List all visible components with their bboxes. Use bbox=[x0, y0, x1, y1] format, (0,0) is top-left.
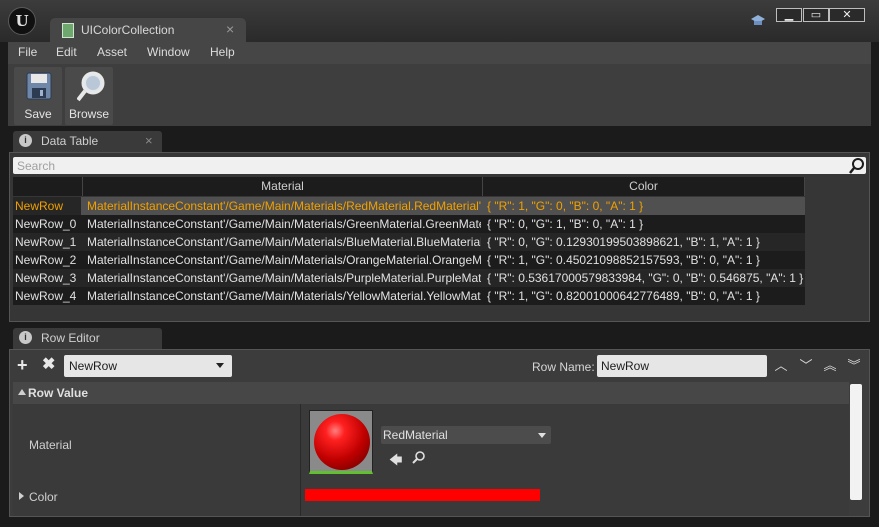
menu-file[interactable]: File bbox=[18, 45, 37, 59]
asset-toolbar: Save Browse bbox=[8, 64, 871, 126]
move-row-bottom-button[interactable]: ︾ bbox=[846, 358, 862, 374]
learn-cap-icon[interactable] bbox=[750, 14, 766, 28]
save-button[interactable]: Save bbox=[14, 67, 62, 125]
menu-asset[interactable]: Asset bbox=[97, 45, 127, 59]
row-name-cell: NewRow_2 bbox=[15, 253, 77, 267]
row-name-cell: NewRow_3 bbox=[15, 271, 77, 285]
material-cell: MaterialInstanceConstant'/Game/Main/Mate… bbox=[87, 217, 481, 231]
data-table-panel: Material Color NewRow MaterialInstanceCo… bbox=[9, 152, 870, 322]
table-row[interactable]: NewRow_3 MaterialInstanceConstant'/Game/… bbox=[13, 269, 805, 287]
add-row-button[interactable]: + bbox=[17, 356, 28, 374]
search-icon[interactable] bbox=[849, 157, 865, 174]
row-properties: Material RedMaterial 🡄 Color bbox=[13, 404, 849, 516]
browse-label: Browse bbox=[68, 107, 109, 121]
menu-bar: File Edit Asset Window Help bbox=[8, 42, 871, 65]
table-row[interactable]: NewRow_0 MaterialInstanceConstant'/Game/… bbox=[13, 215, 805, 233]
color-cell: { "R": 1, "G": 0, "B": 0, "A": 1 } bbox=[487, 199, 644, 213]
move-row-up-button[interactable]: ︿ bbox=[773, 358, 789, 374]
info-icon: i bbox=[19, 134, 32, 147]
tab-row-editor[interactable]: i Row Editor bbox=[13, 328, 162, 349]
row-select-dropdown[interactable]: NewRow bbox=[64, 355, 232, 377]
color-cell: { "R": 1, "G": 0.45021098852157593, "B":… bbox=[487, 253, 760, 267]
color-swatch[interactable] bbox=[305, 489, 540, 501]
material-cell: MaterialInstanceConstant'/Game/Main/Mate… bbox=[87, 271, 481, 285]
color-property-label: Color bbox=[29, 490, 58, 504]
unreal-logo-icon: U bbox=[8, 7, 36, 35]
row-name-cell: NewRow bbox=[13, 197, 81, 215]
data-table-asset-icon bbox=[62, 23, 74, 38]
row-name-label: Row Name: bbox=[532, 360, 595, 374]
table-row[interactable]: NewRow_4 MaterialInstanceConstant'/Game/… bbox=[13, 287, 805, 305]
data-table-tab-close-icon[interactable]: × bbox=[145, 133, 153, 148]
save-icon bbox=[26, 71, 52, 101]
column-header-row-name bbox=[13, 177, 83, 196]
row-value-section-header[interactable]: Row Value bbox=[13, 382, 849, 404]
table-row[interactable]: NewRow MaterialInstanceConstant'/Game/Ma… bbox=[13, 197, 805, 215]
material-cell: MaterialInstanceConstant'/Game/Main/Mate… bbox=[87, 235, 481, 249]
save-label: Save bbox=[24, 107, 52, 121]
table-row[interactable]: NewRow_1 MaterialInstanceConstant'/Game/… bbox=[13, 233, 805, 251]
close-window-button[interactable]: ✕ bbox=[829, 8, 865, 22]
material-cell: MaterialInstanceConstant'/Game/Main/Mate… bbox=[87, 199, 481, 213]
row-editor-tab-label: Row Editor bbox=[41, 331, 100, 345]
title-bar: U UIColorCollection × ▁ ▭ ✕ bbox=[0, 0, 879, 42]
move-row-down-button[interactable]: ﹀ bbox=[798, 358, 814, 374]
remove-row-button[interactable]: ✖ bbox=[42, 357, 55, 373]
expand-arrow-icon[interactable] bbox=[19, 492, 24, 500]
row-editor-toolbar: + ✖ NewRow Row Name: ︿ ﹀ ︽ ︾ bbox=[10, 350, 869, 382]
material-thumbnail[interactable] bbox=[309, 410, 373, 474]
data-table-tab-label: Data Table bbox=[41, 134, 99, 148]
material-cell: MaterialInstanceConstant'/Game/Main/Mate… bbox=[87, 289, 481, 303]
row-name-cell: NewRow_4 bbox=[15, 289, 77, 303]
scrollbar[interactable] bbox=[850, 384, 862, 500]
menu-edit[interactable]: Edit bbox=[56, 45, 77, 59]
material-asset-dropdown[interactable]: RedMaterial bbox=[381, 426, 551, 444]
chevron-down-icon bbox=[538, 433, 546, 438]
row-editor-panel: + ✖ NewRow Row Name: ︿ ﹀ ︽ ︾ Row Value M… bbox=[9, 349, 870, 517]
document-tab[interactable]: UIColorCollection × bbox=[50, 18, 246, 42]
color-cell: { "R": 1, "G": 0.82001000642776489, "B":… bbox=[487, 289, 760, 303]
row-value-label: Row Value bbox=[28, 386, 89, 400]
document-tab-close-icon[interactable]: × bbox=[226, 21, 234, 37]
document-tab-label: UIColorCollection bbox=[81, 23, 175, 37]
table-row[interactable]: NewRow_2 MaterialInstanceConstant'/Game/… bbox=[13, 251, 805, 269]
browse-asset-icon[interactable] bbox=[412, 450, 426, 464]
minimize-button[interactable]: ▁ bbox=[776, 8, 802, 22]
maximize-button[interactable]: ▭ bbox=[803, 8, 829, 22]
row-name-cell: NewRow_1 bbox=[15, 235, 77, 249]
row-name-cell: NewRow_0 bbox=[15, 217, 77, 231]
search-box bbox=[13, 157, 866, 174]
search-input[interactable] bbox=[17, 158, 837, 173]
row-name-input[interactable] bbox=[597, 355, 767, 377]
material-preview-sphere bbox=[314, 414, 370, 470]
move-row-top-button[interactable]: ︽ bbox=[822, 358, 838, 374]
color-cell: { "R": 0.53617000579833984, "G": 0, "B":… bbox=[487, 271, 804, 285]
material-asset-value: RedMaterial bbox=[383, 428, 448, 442]
info-icon: i bbox=[19, 331, 32, 344]
magnifier-icon bbox=[76, 71, 105, 102]
color-cell: { "R": 0, "G": 1, "B": 0, "A": 1 } bbox=[487, 217, 644, 231]
column-header-color[interactable]: Color bbox=[483, 177, 805, 196]
menu-help[interactable]: Help bbox=[210, 45, 235, 59]
material-property-label: Material bbox=[29, 438, 72, 452]
row-select-value: NewRow bbox=[69, 359, 118, 373]
color-cell: { "R": 0, "G": 0.12930199503898621, "B":… bbox=[487, 235, 760, 249]
material-cell: MaterialInstanceConstant'/Game/Main/Mate… bbox=[87, 253, 481, 267]
chevron-down-icon bbox=[216, 363, 224, 368]
tab-data-table[interactable]: i Data Table × bbox=[13, 131, 162, 152]
column-divider[interactable] bbox=[300, 404, 301, 516]
browse-button[interactable]: Browse bbox=[65, 67, 113, 125]
collapse-arrow-icon bbox=[18, 389, 26, 395]
menu-window[interactable]: Window bbox=[147, 45, 190, 59]
column-header-material[interactable]: Material bbox=[83, 177, 483, 196]
use-selected-asset-icon[interactable]: 🡄 bbox=[389, 451, 402, 473]
